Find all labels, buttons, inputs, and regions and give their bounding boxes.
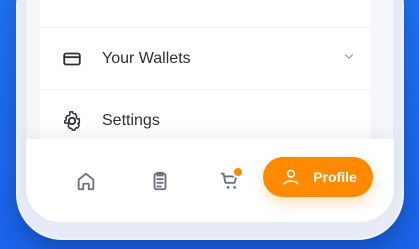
cart-badge-dot: [234, 168, 242, 176]
menu-icon: [60, 0, 84, 9]
wallet-icon: [60, 47, 84, 71]
chevron-down-icon: [342, 49, 356, 68]
settings-icon: [60, 109, 84, 133]
profile-icon: [279, 165, 303, 189]
bottom-navigation: Profile: [26, 139, 394, 222]
menu-item-label: Settings: [102, 112, 160, 129]
chevron-down-icon: [342, 0, 356, 6]
menu-item-your-wallets[interactable]: Your Wallets: [40, 28, 370, 90]
menu-item-label: Your Wallets: [102, 49, 191, 67]
orders-icon[interactable]: [146, 167, 174, 195]
home-icon[interactable]: [72, 167, 100, 195]
profile-tab-label: Profile: [313, 169, 357, 185]
menu-item-top-cropped[interactable]: [40, 0, 370, 28]
profile-tab[interactable]: Profile: [263, 157, 373, 197]
cart-icon[interactable]: [216, 167, 244, 195]
